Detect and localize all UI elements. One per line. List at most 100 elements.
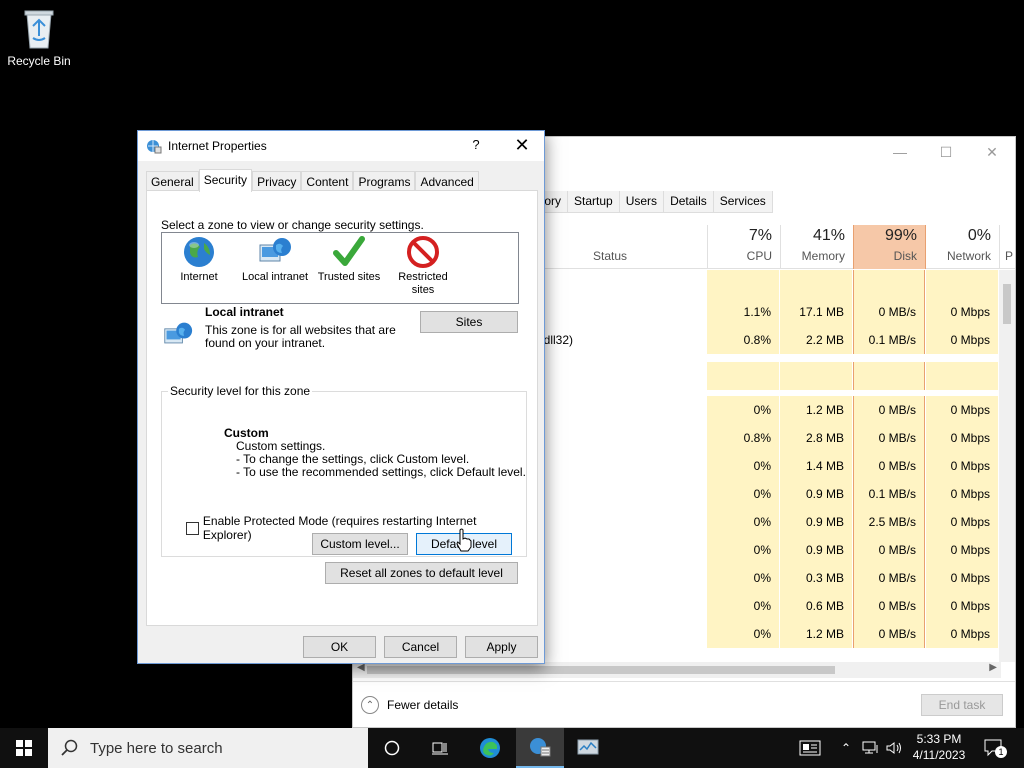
column-status[interactable]: Status	[593, 249, 627, 263]
zone-restricted-sites[interactable]: Restricted sites	[388, 235, 458, 297]
column-memory[interactable]: 41% Memory	[780, 225, 853, 269]
windows-logo-icon	[16, 740, 32, 756]
globe-icon	[184, 237, 214, 267]
end-task-button[interactable]: End task	[921, 694, 1003, 716]
taskbar-clock[interactable]: 5:33 PM 4/11/2023	[900, 731, 978, 763]
selected-zone-icon	[163, 320, 193, 353]
cell-mem: 2.2 MB	[780, 326, 852, 354]
task-view-icon	[432, 742, 448, 755]
cell-cpu: 0%	[707, 592, 779, 620]
cell-disk: 0 MB/s	[853, 452, 925, 480]
security-level-legend: Security level for this zone	[168, 384, 313, 398]
protected-mode-checkbox[interactable]	[186, 521, 199, 535]
cortana-button[interactable]	[368, 728, 416, 768]
cell-cpu: 0%	[707, 620, 779, 648]
intranet-icon	[259, 238, 291, 262]
reset-all-zones-button[interactable]: Reset all zones to default level	[325, 562, 518, 584]
column-network[interactable]: 0% Network	[926, 225, 999, 269]
tab-security[interactable]: Security	[198, 169, 253, 192]
horizontal-scrollbar[interactable]: ◀ ▶	[353, 662, 1001, 678]
taskbar-search-box[interactable]: Type here to search	[48, 728, 368, 768]
cell-cpu: 0%	[707, 508, 779, 536]
clock-time: 5:33 PM	[916, 732, 962, 746]
recycle-bin-icon	[24, 10, 54, 49]
hand-cursor-icon	[454, 528, 474, 555]
task-manager-tab[interactable]: Services	[713, 191, 773, 213]
cancel-button[interactable]: Cancel	[384, 636, 457, 658]
column-cpu[interactable]: 7% CPU	[707, 225, 780, 269]
chevron-up-icon: ⌃	[840, 741, 852, 755]
custom-description: Custom settings. - To change the setting…	[236, 439, 526, 479]
column-disk[interactable]: 99% Disk	[853, 225, 926, 269]
cell-mem: 2.8 MB	[780, 424, 852, 452]
task-view-button[interactable]	[416, 728, 464, 768]
search-placeholder: Type here to search	[90, 739, 223, 757]
network-tray-button[interactable]	[860, 728, 882, 768]
fewer-details-label: Fewer details	[387, 698, 459, 712]
custom-level-button[interactable]: Custom level...	[312, 533, 408, 555]
edge-taskbar-button[interactable]	[466, 728, 514, 768]
fewer-details-button[interactable]: ⌃ Fewer details	[361, 696, 458, 714]
cell-disk: 0 MB/s	[853, 424, 925, 452]
custom-heading: Custom	[224, 426, 269, 440]
cell-mem: 0.9 MB	[780, 536, 852, 564]
cell-net: 0 Mbps	[926, 424, 998, 452]
cell-cpu: 0%	[707, 396, 779, 424]
zone-label: Local intranet	[241, 271, 309, 283]
cell-disk: 0 MB/s	[853, 396, 925, 424]
cell-cpu: 0%	[707, 536, 779, 564]
cell-cpu: 0%	[707, 564, 779, 592]
cell-mem: 1.2 MB	[780, 396, 852, 424]
task-manager-tab[interactable]: Users	[619, 191, 665, 213]
sites-button[interactable]: Sites	[420, 311, 518, 333]
notification-center-button[interactable]: 1	[980, 728, 1008, 768]
cell-cpu	[707, 362, 779, 390]
security-tab-panel: Select a zone to view or change security…	[146, 190, 538, 626]
cell-cpu: 0%	[707, 480, 779, 508]
tab-general[interactable]: General	[146, 171, 199, 192]
task-manager-tab[interactable]: Details	[664, 191, 714, 213]
zone-list: Internet Local intranet Trusted sites Re…	[161, 232, 519, 304]
zone-trusted-sites[interactable]: Trusted sites	[314, 235, 384, 284]
dialog-close-button[interactable]: ✕	[510, 135, 534, 156]
close-button[interactable]: ✕	[969, 137, 1015, 167]
cell-net: 0 Mbps	[926, 396, 998, 424]
task-manager-tabs: tory Startup Users Details Services	[539, 191, 773, 213]
cell-cpu: 1.1%	[707, 298, 779, 326]
help-button[interactable]: ?	[464, 137, 488, 152]
column-power[interactable]: P	[999, 225, 1015, 269]
internet-properties-taskbar-button[interactable]	[516, 728, 564, 768]
ok-button[interactable]: OK	[303, 636, 376, 658]
maximize-button[interactable]: ☐	[923, 137, 969, 167]
task-manager-taskbar-button[interactable]	[564, 728, 612, 768]
intranet-icon	[164, 322, 193, 344]
start-button[interactable]	[0, 728, 48, 768]
tab-privacy[interactable]: Privacy	[252, 171, 302, 192]
zone-internet[interactable]: Internet	[164, 235, 234, 284]
cell-net: 0 Mbps	[926, 480, 998, 508]
tab-content[interactable]: Content	[301, 171, 354, 192]
recycle-bin-desktop-icon[interactable]: Recycle Bin	[4, 6, 74, 68]
cell-disk: 0 MB/s	[853, 620, 925, 648]
cell-mem: 0.9 MB	[780, 508, 852, 536]
action-center-news-button[interactable]	[794, 728, 826, 768]
tab-programs[interactable]: Programs	[353, 171, 416, 192]
vertical-scrollbar[interactable]	[999, 270, 1015, 662]
cortana-circle-icon	[384, 740, 400, 756]
apply-button[interactable]: Apply	[465, 636, 538, 658]
minimize-button[interactable]: —	[877, 137, 923, 167]
taskbar: Type here to search ⌃ 5:33 PM 4/11/2023 …	[0, 728, 1024, 768]
zone-label: Trusted sites	[317, 271, 381, 283]
checkmark-icon	[333, 236, 365, 266]
zone-local-intranet[interactable]: Local intranet	[240, 235, 310, 284]
cell-mem	[780, 270, 852, 298]
search-icon	[61, 739, 78, 756]
cell-mem: 17.1 MB	[780, 298, 852, 326]
recycle-bin-label: Recycle Bin	[7, 54, 71, 68]
cell-disk: 0.1 MB/s	[853, 326, 925, 354]
tab-advanced[interactable]: Advanced	[415, 171, 479, 192]
task-manager-tab[interactable]: Startup	[568, 191, 620, 213]
cell-net: 0 Mbps	[926, 592, 998, 620]
show-hidden-icons-button[interactable]: ⌃	[838, 728, 854, 768]
scroll-right-icon[interactable]: ▶	[989, 662, 997, 673]
